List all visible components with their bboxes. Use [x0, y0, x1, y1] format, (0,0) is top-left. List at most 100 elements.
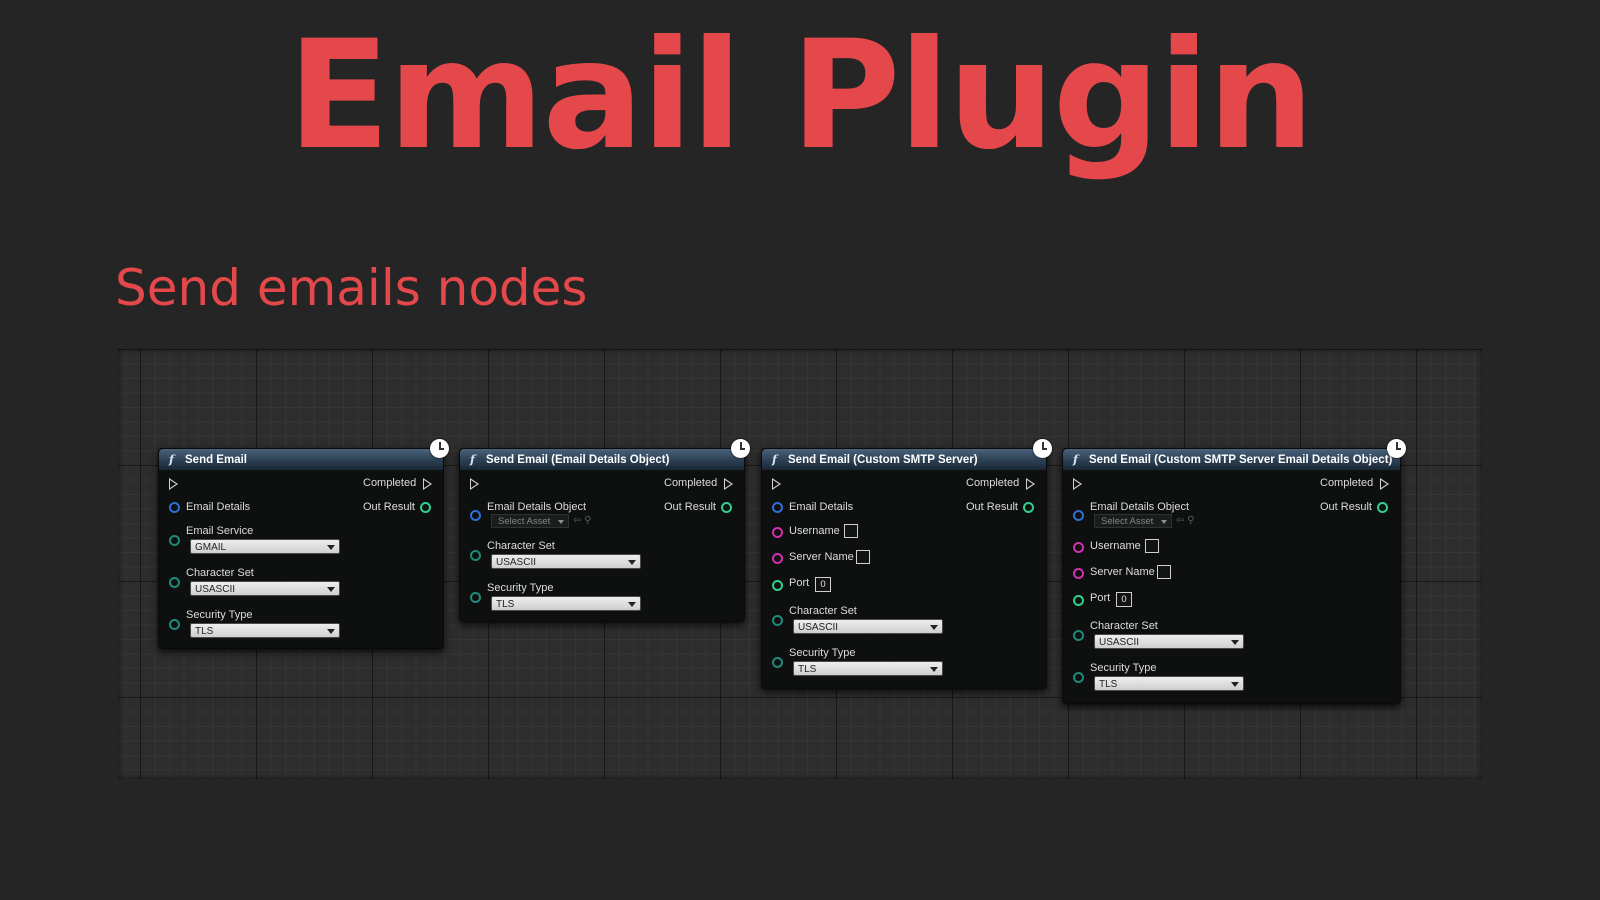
email-details-object-pin-icon[interactable]	[1073, 510, 1084, 521]
email-service-label: Email Service	[186, 525, 254, 537]
email-details-pin-icon[interactable]	[169, 502, 180, 513]
username-pin-icon[interactable]	[772, 527, 783, 538]
character-set-label: Character Set	[789, 605, 857, 617]
character-set-pin-icon[interactable]	[772, 615, 783, 626]
clock-icon	[1033, 439, 1052, 458]
character-set-dropdown[interactable]: USASCII	[1094, 634, 1244, 649]
clock-icon	[731, 439, 750, 458]
exec-in-pin-icon[interactable]	[169, 478, 178, 490]
exec-in-pin-icon[interactable]	[470, 478, 479, 490]
completed-exec-pin-icon[interactable]	[1026, 478, 1035, 490]
server-name-pin-icon[interactable]	[772, 553, 783, 564]
node-header[interactable]: f Send Email (Custom SMTP Server)	[762, 449, 1046, 470]
completed-exec-pin-icon[interactable]	[1380, 478, 1389, 490]
completed-label: Completed	[363, 477, 417, 489]
out-result-pin-icon[interactable]	[1377, 502, 1388, 513]
port-pin-icon[interactable]	[1073, 595, 1084, 606]
out-result-pin-icon[interactable]	[420, 502, 431, 513]
select-asset-dropdown[interactable]: Select Asset	[1094, 514, 1172, 528]
server-name-label: Server Name	[789, 551, 854, 563]
completed-exec-pin-icon[interactable]	[423, 478, 432, 490]
username-label: Username	[1090, 540, 1141, 552]
function-icon: f	[169, 452, 174, 466]
port-input[interactable]: 0	[1116, 592, 1132, 607]
username-input[interactable]	[844, 524, 858, 538]
character-set-pin-icon[interactable]	[169, 577, 180, 588]
security-type-label: Security Type	[1090, 662, 1157, 674]
port-pin-icon[interactable]	[772, 580, 783, 591]
out-result-pin-icon[interactable]	[721, 502, 732, 513]
security-type-dropdown[interactable]: TLS	[1094, 676, 1244, 691]
email-details-label: Email Details	[789, 501, 854, 513]
function-icon: f	[1073, 452, 1078, 466]
email-service-dropdown[interactable]: GMAIL	[190, 539, 340, 554]
security-type-label: Security Type	[186, 609, 253, 621]
email-details-object-label: Email Details Object	[487, 501, 587, 513]
node-header[interactable]: f Send Email (Custom SMTP Server Email De…	[1063, 449, 1400, 470]
completed-exec-pin-icon[interactable]	[724, 478, 733, 490]
username-label: Username	[789, 525, 840, 537]
character-set-label: Character Set	[1090, 620, 1158, 632]
chevron-down-icon	[1231, 640, 1239, 645]
exec-in-pin-icon[interactable]	[772, 478, 781, 490]
node-send-email[interactable]: f Send Email Completed Email Details Out …	[158, 439, 449, 649]
server-name-pin-icon[interactable]	[1073, 568, 1084, 579]
node-title: Send Email (Email Details Object)	[486, 454, 670, 466]
page-title: Email Plugin	[287, 9, 1315, 183]
character-set-dropdown[interactable]: USASCII	[793, 619, 943, 634]
chevron-down-icon	[1231, 682, 1239, 687]
security-type-label: Security Type	[487, 582, 554, 594]
server-name-label: Server Name	[1090, 566, 1155, 578]
out-result-pin-icon[interactable]	[1023, 502, 1034, 513]
security-type-dropdown[interactable]: TLS	[491, 596, 641, 611]
email-details-object-pin-icon[interactable]	[470, 510, 481, 521]
character-set-pin-icon[interactable]	[1073, 630, 1084, 641]
select-asset-dropdown[interactable]: Select Asset	[491, 514, 569, 528]
node-send-email-custom-smtp-details-object[interactable]: f Send Email (Custom SMTP Server Email De…	[1062, 439, 1406, 704]
username-input[interactable]	[1145, 539, 1159, 553]
character-set-label: Character Set	[487, 540, 555, 552]
email-service-pin-icon[interactable]	[169, 535, 180, 546]
section-subtitle: Send emails nodes	[115, 259, 588, 317]
chevron-down-icon	[930, 667, 938, 672]
security-type-pin-icon[interactable]	[1073, 672, 1084, 683]
completed-label: Completed	[664, 477, 718, 489]
chevron-down-icon	[1161, 520, 1167, 524]
chevron-down-icon	[930, 625, 938, 630]
asset-browse-icons[interactable]: ⇦ ⚲	[573, 514, 591, 528]
node-send-email-custom-smtp[interactable]: f Send Email (Custom SMTP Server) Complet…	[761, 439, 1052, 689]
chevron-down-icon	[327, 629, 335, 634]
server-name-input[interactable]	[856, 550, 870, 564]
port-label: Port	[789, 577, 810, 589]
character-set-pin-icon[interactable]	[470, 550, 481, 561]
asset-browse-icons[interactable]: ⇦ ⚲	[1176, 514, 1194, 528]
clock-icon	[430, 439, 449, 458]
security-type-pin-icon[interactable]	[470, 592, 481, 603]
function-icon: f	[772, 452, 777, 466]
completed-label: Completed	[1320, 477, 1374, 489]
page: Email Plugin Send emails nodes f Send Ema…	[0, 0, 1600, 900]
security-type-dropdown[interactable]: TLS	[190, 623, 340, 638]
exec-in-pin-icon[interactable]	[1073, 478, 1082, 490]
chevron-down-icon	[327, 545, 335, 550]
node-send-email-details-object[interactable]: f Send Email (Email Details Object) Compl…	[459, 439, 750, 622]
character-set-dropdown[interactable]: USASCII	[190, 581, 340, 596]
clock-icon	[1387, 439, 1406, 458]
node-header[interactable]: f Send Email	[159, 449, 443, 470]
completed-label: Completed	[966, 477, 1020, 489]
email-details-pin-icon[interactable]	[772, 502, 783, 513]
node-header[interactable]: f Send Email (Email Details Object)	[460, 449, 744, 470]
email-details-object-label: Email Details Object	[1090, 501, 1190, 513]
blueprint-graph[interactable]: f Send Email Completed Email Details Out …	[118, 349, 1482, 779]
chevron-down-icon	[628, 560, 636, 565]
out-result-label: Out Result	[363, 501, 415, 513]
server-name-input[interactable]	[1157, 565, 1171, 579]
security-type-pin-icon[interactable]	[772, 657, 783, 668]
security-type-dropdown[interactable]: TLS	[793, 661, 943, 676]
character-set-dropdown[interactable]: USASCII	[491, 554, 641, 569]
port-input[interactable]: 0	[815, 577, 831, 592]
security-type-pin-icon[interactable]	[169, 619, 180, 630]
out-result-label: Out Result	[966, 501, 1018, 513]
username-pin-icon[interactable]	[1073, 542, 1084, 553]
security-type-label: Security Type	[789, 647, 856, 659]
